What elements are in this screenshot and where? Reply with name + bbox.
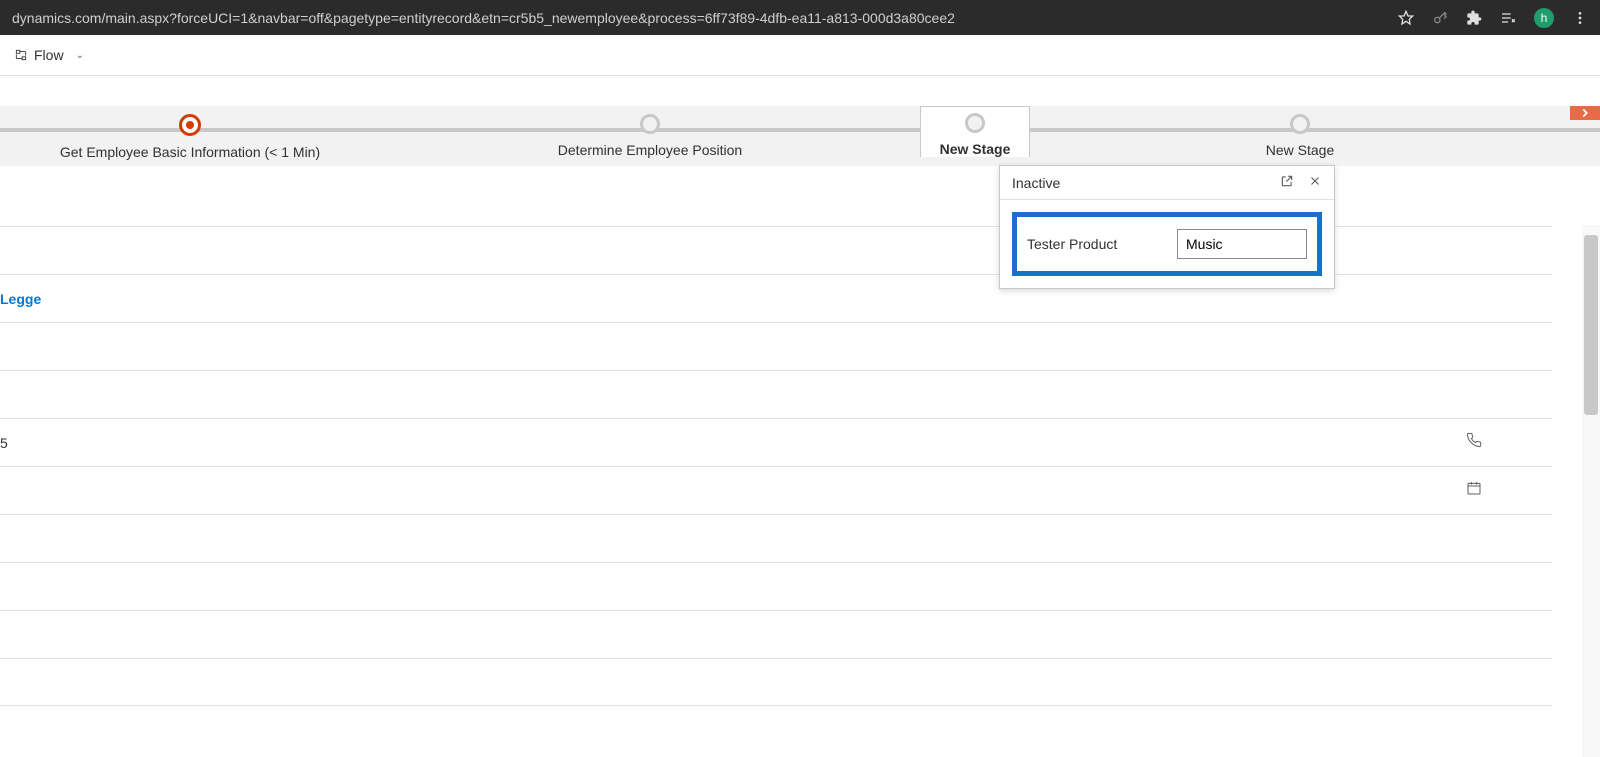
next-stage-arrow[interactable] [1570, 106, 1600, 120]
flyout-body: Tester Product [1000, 200, 1334, 288]
stage-determine-position[interactable]: Determine Employee Position [380, 106, 920, 158]
tester-product-field-highlight: Tester Product [1012, 212, 1322, 276]
form-row-phone[interactable]: 5 [0, 418, 1552, 466]
tester-product-label: Tester Product [1027, 236, 1167, 252]
stage-label: New Stage [940, 141, 1011, 157]
phone-value: 5 [0, 435, 8, 451]
owner-link[interactable]: Legge [0, 291, 41, 307]
flyout-header: Inactive [1000, 166, 1334, 200]
stage-new-stage-2[interactable]: New Stage [1030, 106, 1570, 158]
stage-new-stage-selected[interactable]: New Stage [920, 106, 1030, 157]
form-row[interactable] [0, 370, 1552, 418]
scrollbar-thumb[interactable] [1584, 235, 1598, 415]
form-row[interactable] [0, 322, 1552, 370]
stage-circle-icon [1290, 114, 1310, 134]
tester-product-input[interactable] [1177, 229, 1307, 259]
key-icon[interactable] [1432, 10, 1448, 26]
flow-label: Flow [34, 47, 64, 63]
process-bar: Get Employee Basic Information (< 1 Min)… [0, 106, 1600, 166]
business-process-flow: Get Employee Basic Information (< 1 Min)… [0, 106, 1600, 166]
vertical-scrollbar[interactable] [1582, 225, 1600, 757]
star-icon[interactable] [1398, 10, 1414, 26]
menu-icon[interactable] [1572, 10, 1588, 26]
flow-button[interactable]: Flow ⌄ [6, 43, 92, 67]
form-row[interactable] [0, 610, 1552, 658]
form-row[interactable] [0, 514, 1552, 562]
reading-list-icon[interactable] [1500, 10, 1516, 26]
stage-flyout: Inactive Tester Product [999, 165, 1335, 289]
close-icon[interactable] [1308, 174, 1322, 191]
flow-icon [14, 48, 28, 62]
browser-toolbar-icons: h [1398, 8, 1588, 28]
flyout-status: Inactive [1012, 175, 1060, 191]
form-row[interactable] [0, 658, 1552, 706]
stage-label: New Stage [1266, 142, 1334, 158]
browser-address-bar: dynamics.com/main.aspx?forceUCI=1&navbar… [0, 0, 1600, 35]
phone-icon[interactable] [1466, 432, 1482, 453]
extensions-icon[interactable] [1466, 10, 1482, 26]
stage-label: Get Employee Basic Information (< 1 Min) [60, 144, 320, 160]
command-bar: Flow ⌄ [0, 35, 1600, 76]
stage-get-employee-info[interactable]: Get Employee Basic Information (< 1 Min) [0, 106, 380, 160]
stage-circle-icon [640, 114, 660, 134]
stage-circle-active-icon [179, 114, 201, 136]
stage-circle-icon [965, 113, 985, 133]
chevron-down-icon: ⌄ [76, 50, 84, 61]
form-area: Legge 5 [0, 226, 1600, 706]
profile-avatar[interactable]: h [1534, 8, 1554, 28]
calendar-icon[interactable] [1466, 480, 1482, 501]
form-row-date[interactable] [0, 466, 1552, 514]
url-text[interactable]: dynamics.com/main.aspx?forceUCI=1&navbar… [12, 10, 1378, 26]
stage-label: Determine Employee Position [558, 142, 742, 158]
popout-icon[interactable] [1280, 174, 1294, 191]
form-row[interactable] [0, 562, 1552, 610]
